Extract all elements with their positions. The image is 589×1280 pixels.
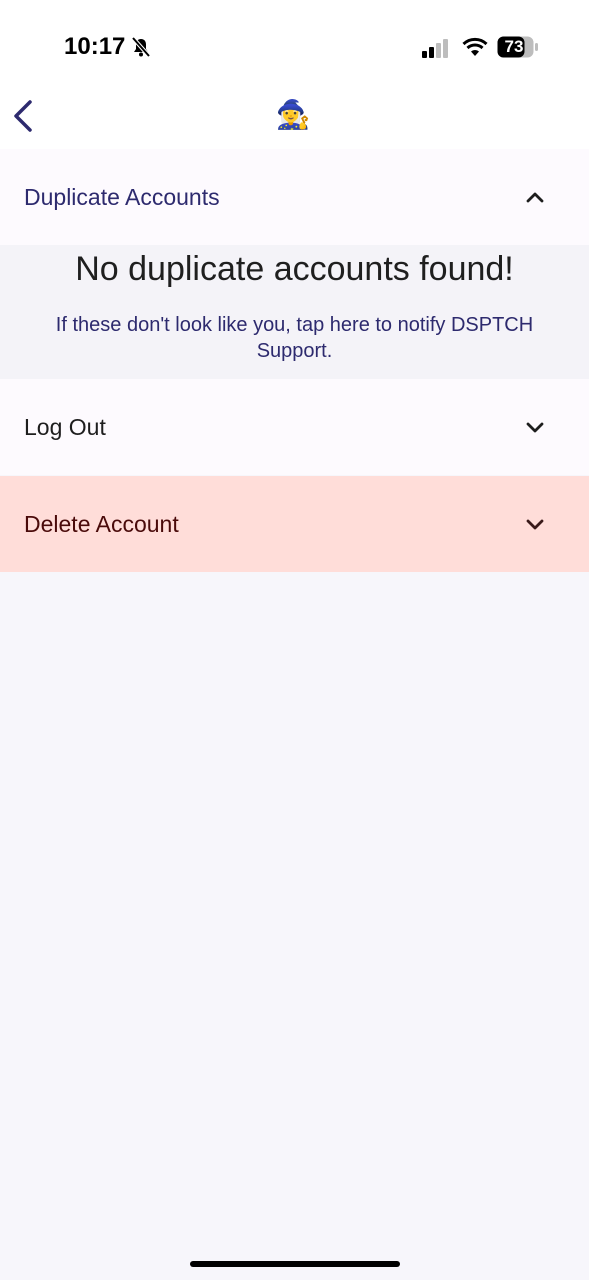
avatar[interactable]: 🧙‍♀️ [275,97,311,133]
back-button[interactable] [10,98,40,134]
wifi-icon [462,37,488,56]
notify-support-link[interactable]: If these don't look like you, tap here t… [20,312,569,364]
no-duplicates-message: No duplicate accounts found! [75,250,514,288]
nav-bar: 🧙‍♀️ [0,80,589,150]
chevron-down-icon [526,422,544,433]
chevron-up-icon [526,192,544,203]
cellular-signal-icon [422,39,448,58]
duplicate-accounts-body: No duplicate accounts found! If these do… [0,245,589,379]
delete-account-label: Delete Account [24,510,179,537]
duplicate-accounts-label: Duplicate Accounts [24,183,220,210]
delete-account-header[interactable]: Delete Account [0,476,589,572]
log-out-label: Log Out [24,413,106,440]
chevron-down-icon [526,519,544,530]
battery-level: 73 [504,37,524,56]
home-indicator[interactable] [190,1261,400,1267]
status-time: 10:17 [64,33,126,60]
log-out-header[interactable]: Log Out [0,379,589,475]
bell-off-icon [131,36,151,58]
duplicate-accounts-header[interactable]: Duplicate Accounts [0,149,589,245]
status-bar: 10:17 73 [0,0,589,80]
